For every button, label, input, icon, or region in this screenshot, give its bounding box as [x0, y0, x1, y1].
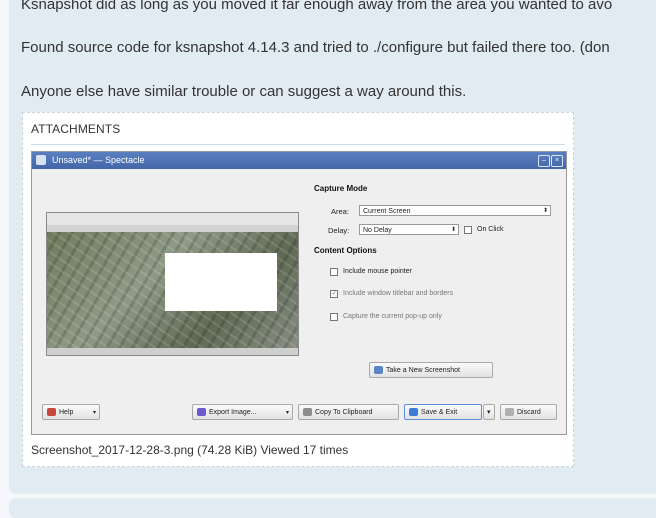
save-exit-button: Save & Exit: [404, 404, 482, 420]
combo-arrow-icon: ⬍: [542, 208, 548, 214]
discard-button: Discard: [500, 404, 557, 420]
preview-browser-toolbar: [47, 225, 298, 232]
area-combo: Current Screen ⬍: [359, 205, 551, 216]
preview-statusbar: [47, 348, 298, 355]
include-pointer-checkbox: [330, 268, 338, 276]
area-label: Area:: [331, 207, 349, 216]
delay-label: Delay:: [328, 226, 350, 235]
post-paragraph-2: Found source code for ksnapshot 4.14.3 a…: [21, 39, 610, 56]
chevron-down-icon: ▾: [487, 409, 491, 416]
attachments-heading: ATTACHMENTS: [31, 122, 121, 136]
minimize-icon: –: [538, 155, 550, 167]
chevron-down-icon: ▾: [285, 410, 289, 416]
discard-icon: [505, 408, 514, 416]
export-button: Export Image... ▾: [192, 404, 293, 420]
include-pointer-label: Include mouse pointer: [343, 268, 412, 275]
chevron-down-icon: ▾: [92, 410, 96, 416]
area-value: Current Screen: [363, 208, 411, 215]
discard-label: Discard: [517, 409, 541, 416]
take-screenshot-button: Take a New Screenshot: [369, 362, 493, 378]
spin-arrow-icon: ⬍: [450, 227, 456, 233]
app-icon: [36, 155, 46, 165]
export-label: Export Image...: [209, 409, 257, 416]
on-click-label: On Click: [477, 226, 504, 233]
take-screenshot-label: Take a New Screenshot: [386, 367, 460, 374]
post-paragraph-1: Ksnapshot did as long as you moved it fa…: [21, 0, 613, 13]
delay-value: No Delay: [363, 227, 392, 234]
save-icon: [409, 408, 418, 416]
close-icon: ×: [551, 155, 563, 167]
popup-only-label: Capture the current pop-up only: [343, 313, 442, 320]
camera-icon: [374, 366, 383, 374]
preview-browser-tabs: [47, 213, 298, 225]
attachments-divider: [31, 144, 565, 145]
help-button: Help ▾: [42, 404, 100, 420]
window-title: Unsaved* — Spectacle: [52, 155, 145, 165]
help-label: Help: [59, 409, 74, 416]
post-paragraph-3: Anyone else have similar trouble or can …: [21, 83, 467, 100]
attachment-image[interactable]: Unsaved* — Spectacle – × Capture Mode Ar…: [31, 151, 567, 435]
delay-spinbox: No Delay ⬍: [359, 224, 459, 235]
next-post: [9, 498, 656, 518]
preview-blank-area: [165, 253, 277, 311]
attachment-box: ATTACHMENTS Unsaved* — Spectacle – × Cap…: [22, 112, 574, 467]
window-titlebar: Unsaved* — Spectacle – ×: [32, 152, 566, 169]
attachment-caption: Screenshot_2017-12-28-3.png (74.28 KiB) …: [31, 443, 349, 457]
capture-mode-heading: Capture Mode: [314, 184, 368, 193]
save-menu-button: ▾: [483, 404, 495, 420]
popup-only-checkbox: [330, 313, 338, 321]
include-titlebar-label: Include window titlebar and borders: [343, 290, 454, 297]
include-titlebar-checkbox: ✓: [330, 290, 338, 298]
clipboard-icon: [303, 408, 312, 416]
copy-clipboard-label: Copy To Clipboard: [315, 409, 373, 416]
on-click-checkbox: [464, 226, 472, 234]
content-options-heading: Content Options: [314, 246, 377, 255]
save-exit-label: Save & Exit: [421, 409, 458, 416]
copy-clipboard-button: Copy To Clipboard: [298, 404, 399, 420]
export-icon: [197, 408, 206, 416]
help-icon: [47, 408, 56, 416]
screenshot-preview: [46, 212, 299, 356]
